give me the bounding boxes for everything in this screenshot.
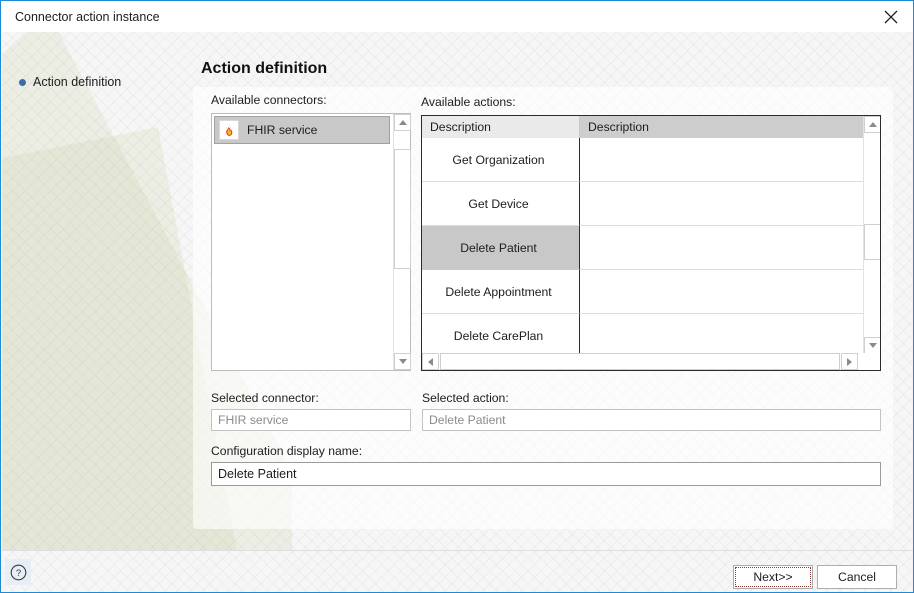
scroll-up-button[interactable] (394, 114, 411, 131)
chevron-down-icon (398, 359, 407, 364)
close-button[interactable] (868, 2, 913, 32)
available-actions-table[interactable]: Description Description Get Organization… (421, 115, 881, 371)
column-header-description-2[interactable]: Description (580, 116, 864, 138)
available-actions-label: Available actions: (421, 95, 516, 109)
chevron-left-icon (428, 357, 433, 366)
svg-text:?: ? (15, 568, 20, 579)
dialog-body: Action definition Action definition Avai… (2, 32, 913, 550)
sidebar-item-label: Action definition (33, 75, 122, 89)
scrollbar-thumb[interactable] (394, 149, 411, 269)
table-header-row: Description Description (422, 116, 864, 138)
flame-icon (219, 120, 239, 140)
wizard-step-sidebar: Action definition (2, 32, 192, 550)
next-button[interactable]: Next>> (733, 565, 813, 589)
chevron-up-icon (868, 122, 877, 127)
selected-connector-field: FHIR service (211, 409, 411, 431)
scroll-down-button[interactable] (864, 337, 880, 354)
chevron-right-icon (847, 357, 852, 366)
bullet-icon (19, 78, 26, 86)
configuration-display-name-label: Configuration display name: (211, 444, 363, 458)
table-row[interactable]: Delete Patient (422, 226, 864, 270)
cell-description: Delete Patient (422, 226, 580, 270)
scroll-right-button[interactable] (841, 353, 858, 370)
scrollbar-thumb[interactable] (864, 224, 880, 260)
available-connectors-label: Available connectors: (211, 93, 327, 107)
cell-description: Delete Appointment (422, 270, 580, 314)
main-content: Action definition Available connectors: … (192, 32, 913, 550)
scrollbar-thumb[interactable] (440, 353, 840, 370)
table-row[interactable]: Delete CarePlan (422, 314, 864, 354)
cell-detail (580, 226, 864, 270)
scroll-up-button[interactable] (864, 116, 880, 133)
page-title: Action definition (201, 60, 328, 77)
help-button[interactable]: ? (5, 559, 31, 585)
cell-detail (580, 138, 864, 182)
window-title: Connector action instance (15, 10, 160, 24)
cell-description: Get Organization (422, 138, 580, 182)
list-item-label: FHIR service (247, 123, 318, 137)
dialog-footer: ? Next>> Cancel (2, 550, 913, 592)
scroll-down-button[interactable] (394, 353, 411, 370)
dialog-window: Connector action instance Action definit… (0, 0, 914, 593)
table-row[interactable]: Get Organization (422, 138, 864, 182)
column-header-description-1[interactable]: Description (422, 116, 580, 138)
table-body: Get Organization Get Device Delete Patie… (422, 138, 864, 354)
cell-detail (580, 270, 864, 314)
actions-vertical-scrollbar[interactable] (863, 116, 880, 354)
table-viewport: Description Description Get Organization… (422, 116, 864, 354)
list-item[interactable]: FHIR service (214, 116, 390, 144)
content-panel: Available connectors: FHIR service Avail… (193, 87, 893, 529)
sidebar-item-action-definition[interactable]: Action definition (19, 75, 121, 89)
available-connectors-listbox[interactable]: FHIR service (211, 113, 411, 371)
table-row[interactable]: Delete Appointment (422, 270, 864, 314)
selected-connector-label: Selected connector: (211, 391, 319, 405)
help-circle-icon: ? (10, 564, 26, 580)
chevron-up-icon (398, 120, 407, 125)
close-icon (884, 10, 898, 24)
cell-description: Delete CarePlan (422, 314, 580, 354)
cancel-button[interactable]: Cancel (817, 565, 897, 589)
configuration-display-name-input[interactable]: Delete Patient (211, 462, 881, 486)
selected-action-label: Selected action: (422, 391, 509, 405)
cell-description: Get Device (422, 182, 580, 226)
table-row[interactable]: Get Device (422, 182, 864, 226)
connectors-vertical-scrollbar[interactable] (393, 114, 411, 370)
title-bar: Connector action instance (2, 2, 913, 32)
cell-detail (580, 314, 864, 354)
selected-action-field: Delete Patient (422, 409, 881, 431)
chevron-down-icon (868, 343, 877, 348)
scroll-left-button[interactable] (422, 353, 439, 370)
actions-horizontal-scrollbar[interactable] (422, 353, 880, 370)
cell-detail (580, 182, 864, 226)
